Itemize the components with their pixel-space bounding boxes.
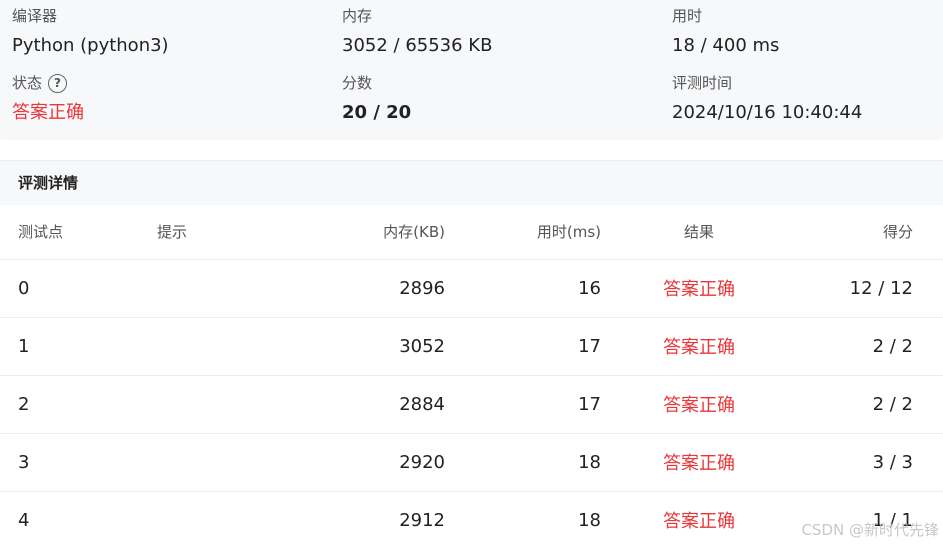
memory-label: 内存 [342,7,373,25]
status-label-row: 状态 ? [12,73,84,93]
cell-result: 答案正确 [601,317,797,376]
header-result: 结果 [601,205,797,260]
cell-hint [157,259,247,318]
header-time: 用时(ms) [445,205,601,260]
cell-score: 3 / 3 [797,433,943,492]
cell-point: 4 [0,491,157,546]
detail-title: 评测详情 [0,161,943,205]
cell-hint [157,375,247,434]
table-row: 1 3052 17 答案正确 2 / 2 [0,317,943,376]
cell-memory: 2884 [247,375,445,434]
cell-time: 18 [445,491,601,546]
cell-score: 2 / 2 [797,317,943,376]
cell-point: 2 [0,375,157,434]
cell-result: 答案正确 [601,259,797,318]
question-circle-icon[interactable]: ? [48,73,68,93]
score-label: 分数 [342,74,373,92]
time-value: 18 / 400 ms [672,35,780,56]
status-value: 答案正确 [12,102,84,123]
header-memory: 内存(KB) [247,205,445,260]
table-row: 3 2920 18 答案正确 3 / 3 [0,433,943,492]
cell-memory: 2896 [247,259,445,318]
cell-hint [157,433,247,492]
judge-detail-panel: 评测详情 测试点 提示 内存(KB) 用时(ms) 结果 得分 0 2896 1… [0,160,943,546]
cell-memory: 2912 [247,491,445,546]
cell-time: 18 [445,433,601,492]
cell-memory: 2920 [247,433,445,492]
time-label: 用时 [672,7,703,25]
cell-time: 16 [445,259,601,318]
cell-point: 3 [0,433,157,492]
table-row: 2 2884 17 答案正确 2 / 2 [0,375,943,434]
table-header-row: 测试点 提示 内存(KB) 用时(ms) 结果 得分 [0,205,943,260]
cell-result: 答案正确 [601,375,797,434]
judge-time-label: 评测时间 [672,74,733,92]
cell-time: 17 [445,317,601,376]
memory-cell: 内存 3052 / 65536 KB [342,6,492,58]
submission-summary: 编译器 Python (python3) 内存 3052 / 65536 KB … [0,0,943,140]
status-label: 状态 [12,74,43,92]
cell-time: 17 [445,375,601,434]
cell-result: 答案正确 [601,491,797,546]
memory-value: 3052 / 65536 KB [342,35,493,56]
compiler-cell: 编译器 Python (python3) [12,6,169,58]
cell-score: 2 / 2 [797,375,943,434]
cell-memory: 3052 [247,317,445,376]
cell-hint [157,491,247,546]
testcase-table: 测试点 提示 内存(KB) 用时(ms) 结果 得分 0 2896 16 答案正… [0,205,943,546]
cell-point: 0 [0,259,157,318]
cell-result: 答案正确 [601,433,797,492]
cell-point: 1 [0,317,157,376]
header-score: 得分 [797,205,943,260]
judge-time-value: 2024/10/16 10:40:44 [672,102,863,123]
header-hint: 提示 [157,205,247,260]
compiler-label: 编译器 [12,7,58,25]
cell-hint [157,317,247,376]
time-cell: 用时 18 / 400 ms [672,6,779,58]
csdn-watermark: CSDN @新时代先锋 [801,521,939,539]
header-testpoint: 测试点 [0,205,157,260]
score-value: 20 / 20 [342,102,412,123]
score-cell: 分数 20 / 20 [342,73,411,125]
cell-score: 12 / 12 [797,259,943,318]
table-row: 0 2896 16 答案正确 12 / 12 [0,259,943,318]
compiler-value: Python (python3) [12,35,169,56]
judge-time-cell: 评测时间 2024/10/16 10:40:44 [672,73,862,125]
status-cell: 状态 ? 答案正确 [12,73,84,125]
